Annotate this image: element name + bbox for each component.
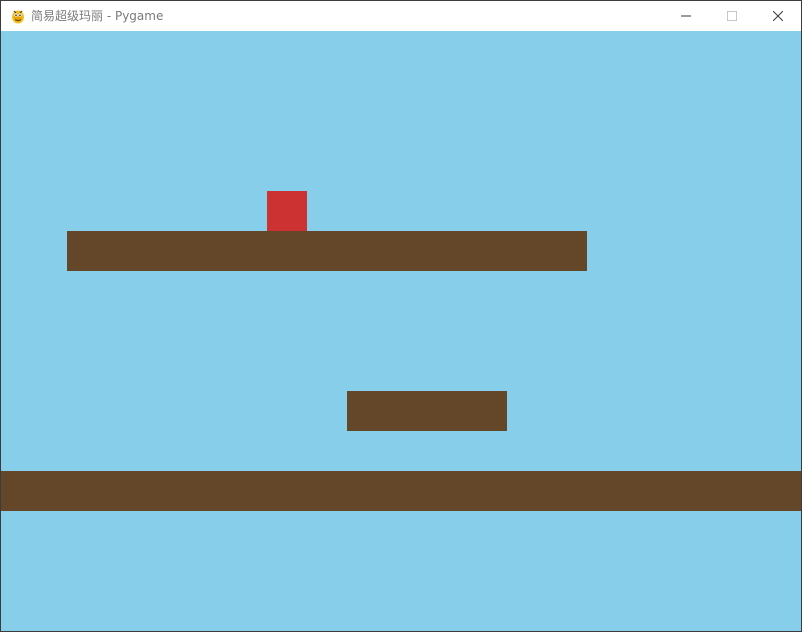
title-bar[interactable]: 简易超级玛丽 - Pygame xyxy=(1,1,801,31)
ground xyxy=(1,471,801,511)
maximize-icon xyxy=(727,11,737,21)
maximize-button[interactable] xyxy=(709,1,755,31)
player-block xyxy=(267,191,307,231)
close-button[interactable] xyxy=(755,1,801,31)
pygame-snake-icon xyxy=(10,8,26,24)
upper-platform xyxy=(67,231,587,271)
game-canvas[interactable] xyxy=(1,31,801,631)
game-window: 简易超级玛丽 - Pygame xyxy=(0,0,802,632)
window-title: 简易超级玛丽 - Pygame xyxy=(31,9,164,23)
minimize-icon xyxy=(681,15,691,17)
minimize-button[interactable] xyxy=(663,1,709,31)
close-icon xyxy=(773,11,783,21)
middle-platform xyxy=(347,391,507,431)
